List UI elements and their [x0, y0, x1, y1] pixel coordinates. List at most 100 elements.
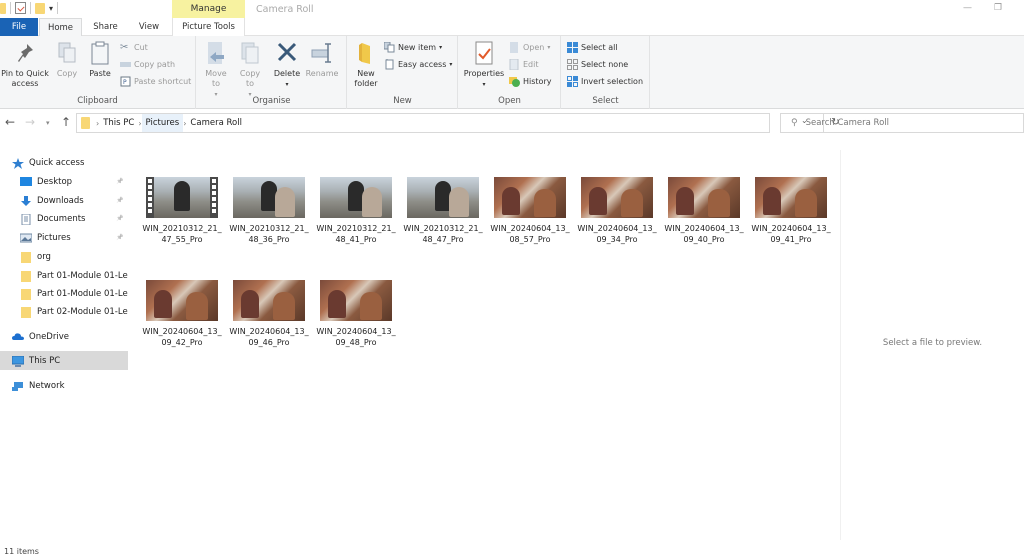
properties-button[interactable]: Properties ▾: [461, 40, 507, 90]
easy-access-button[interactable]: Easy access ▾: [384, 57, 452, 70]
file-item[interactable]: WIN_20210312_21_48_36_Pro: [229, 177, 309, 245]
copy-label: Copy: [56, 69, 78, 78]
up-arrow-icon[interactable]: ↑: [61, 115, 71, 129]
copy-to-button[interactable]: Copy to ▾: [237, 40, 263, 100]
file-item[interactable]: WIN_20210312_21_47_55_Pro: [142, 177, 222, 245]
sidebar-item-documents[interactable]: Documents 📌: [0, 209, 128, 228]
file-item[interactable]: WIN_20240604_13_09_42_Pro: [142, 280, 222, 348]
copy-path-button[interactable]: Copy path: [120, 59, 175, 70]
file-name: WIN_20210312_21_47_55_Pro: [142, 224, 222, 244]
sidebar-item-this-pc[interactable]: This PC: [0, 351, 128, 370]
invert-selection-icon: [567, 76, 578, 87]
move-to-icon: [204, 40, 228, 66]
divider: [30, 2, 31, 14]
recent-locations-chevron-icon[interactable]: ▾: [46, 119, 50, 127]
rename-button[interactable]: Rename: [305, 40, 339, 79]
sidebar-item-org[interactable]: org: [0, 247, 128, 266]
sidebar-item-pictures[interactable]: Pictures 📌: [0, 228, 128, 247]
copy-to-icon: [238, 40, 262, 66]
tab-file[interactable]: File: [0, 18, 38, 36]
search-icon: ⚲: [791, 118, 798, 128]
filmstrip-icon: [146, 177, 154, 218]
history-button[interactable]: History: [509, 76, 551, 87]
move-to-button[interactable]: Move to ▾: [203, 40, 229, 100]
file-item[interactable]: WIN_20240604_13_08_57_Pro: [490, 177, 570, 245]
open-icon: [509, 42, 520, 53]
sidebar-item-downloads[interactable]: Downloads 📌: [0, 191, 128, 210]
pin-icon[interactable]: 📌: [116, 215, 123, 222]
clipboard-group: Pin to Quick access Copy Paste ✂ Cut Cop…: [0, 36, 196, 109]
select-none-button[interactable]: Select none: [567, 59, 628, 70]
pin-icon[interactable]: 📌: [116, 197, 123, 204]
file-item[interactable]: WIN_20240604_13_09_46_Pro: [229, 280, 309, 348]
computer-icon: [11, 355, 25, 367]
sidebar-item-part-01-module-01-les[interactable]: Part 01-Module 01-Les: [0, 284, 128, 303]
manage-tab[interactable]: Manage: [172, 0, 245, 18]
cut-label: Cut: [134, 43, 148, 52]
file-name: WIN_20240604_13_08_57_Pro: [490, 224, 570, 244]
edit-label: Edit: [523, 60, 539, 69]
tab-picture-tools[interactable]: Picture Tools: [172, 18, 245, 36]
tab-view[interactable]: View: [129, 18, 169, 36]
open-button[interactable]: Open ▾: [509, 42, 550, 53]
breadcrumb-camera-roll[interactable]: Camera Roll: [186, 114, 246, 132]
file-item[interactable]: WIN_20240604_13_09_40_Pro: [664, 177, 744, 245]
new-item-button[interactable]: New item ▾: [383, 41, 442, 53]
sidebar-item-quick-access[interactable]: Quick access: [0, 153, 128, 172]
copy-to-label: Copy to: [239, 69, 261, 88]
sidebar-item-part-01-module-01-les[interactable]: Part 01-Module 01-Les: [0, 266, 128, 285]
cut-button[interactable]: ✂ Cut: [120, 42, 148, 53]
search-input[interactable]: ⚲ Search Camera Roll: [780, 113, 1024, 133]
new-folder-icon[interactable]: [35, 2, 45, 14]
restore-button[interactable]: ❐: [994, 3, 1002, 13]
search-placeholder: Search Camera Roll: [805, 118, 890, 128]
svg-text:P: P: [123, 79, 127, 86]
thumbnail-subject: [186, 292, 208, 320]
properties-icon[interactable]: [15, 2, 26, 14]
easy-access-label: Easy access: [398, 60, 447, 69]
pin-icon[interactable]: 📌: [116, 234, 123, 241]
desktop-icon: [20, 176, 32, 187]
image-thumbnail: [233, 177, 305, 218]
paste-button[interactable]: Paste: [86, 40, 114, 79]
file-item[interactable]: WIN_20240604_13_09_48_Pro: [316, 280, 396, 348]
forward-arrow-icon[interactable]: →: [25, 115, 35, 129]
image-thumbnail: [320, 280, 392, 321]
file-name: WIN_20240604_13_09_34_Pro: [577, 224, 657, 244]
file-item[interactable]: WIN_20210312_21_48_47_Pro: [403, 177, 483, 245]
new-folder-button[interactable]: New folder: [352, 40, 380, 89]
image-thumbnail: [755, 177, 827, 218]
address-input[interactable]: › This PC › Pictures › Camera Roll ⌄ ↻: [76, 113, 840, 133]
select-all-button[interactable]: Select all: [567, 42, 618, 53]
sidebar-item-label: Pictures: [37, 232, 71, 243]
pin-icon: [13, 40, 37, 66]
back-arrow-icon[interactable]: ←: [5, 115, 15, 129]
sidebar-item-part-02-module-01-les[interactable]: Part 02-Module 01-Les: [0, 302, 128, 321]
edit-button[interactable]: Edit: [509, 58, 539, 71]
sidebar-item-onedrive[interactable]: OneDrive: [0, 327, 128, 346]
sidebar-item-label: Part 01-Module 01-Les: [37, 288, 128, 299]
paste-shortcut-button[interactable]: P Paste shortcut: [120, 76, 191, 87]
sidebar-item-network[interactable]: Network: [0, 376, 128, 395]
minimize-button[interactable]: —: [963, 3, 972, 13]
breadcrumb-pictures[interactable]: Pictures: [141, 114, 184, 132]
pictures-icon: [19, 233, 33, 243]
file-item[interactable]: WIN_20240604_13_09_41_Pro: [751, 177, 831, 245]
thumbnail-subject: [763, 187, 781, 215]
invert-selection-button[interactable]: Invert selection: [567, 76, 643, 87]
customize-dropdown-icon[interactable]: ▾: [49, 4, 53, 13]
file-item[interactable]: WIN_20210312_21_48_41_Pro: [316, 177, 396, 245]
thumbnail-subject: [360, 292, 382, 320]
thumbnail-subject: [589, 187, 607, 215]
pin-icon[interactable]: 📌: [116, 178, 123, 185]
file-item[interactable]: WIN_20240604_13_09_34_Pro: [577, 177, 657, 245]
pin-to-quick-access-button[interactable]: Pin to Quick access: [0, 40, 50, 89]
edit-icon: [509, 58, 520, 71]
delete-button[interactable]: Delete ▾: [273, 40, 301, 90]
tab-home[interactable]: Home: [39, 18, 82, 36]
tab-share[interactable]: Share: [84, 18, 127, 36]
breadcrumb-this-pc[interactable]: This PC: [99, 114, 138, 132]
copy-button[interactable]: Copy: [54, 40, 80, 79]
folder-icon: [20, 288, 32, 300]
sidebar-item-desktop[interactable]: Desktop 📌: [0, 172, 128, 191]
